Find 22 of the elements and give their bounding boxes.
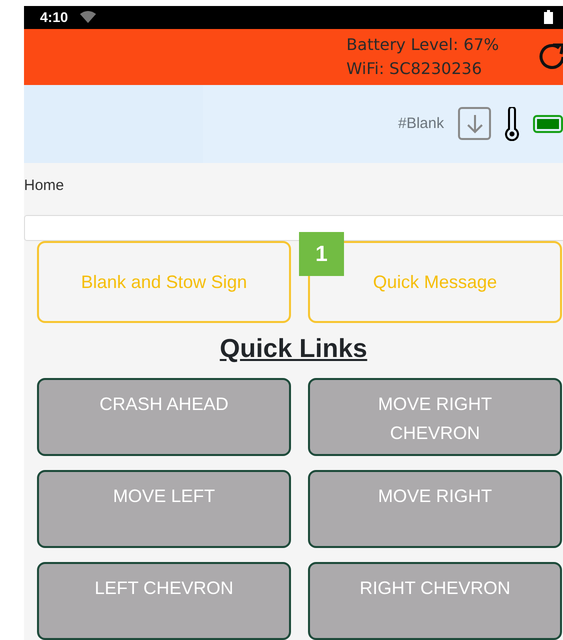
wifi-text: WiFi: SC8230236: [346, 58, 483, 80]
down-arrow-icon: [466, 114, 484, 134]
quick-link-button[interactable]: RIGHT CHEVRON: [308, 562, 562, 640]
battery-icon: [544, 10, 553, 24]
quick-link-button[interactable]: LEFT CHEVRON: [37, 562, 291, 640]
quick-link-button[interactable]: MOVE RIGHT: [308, 470, 562, 548]
refresh-icon[interactable]: [539, 42, 563, 72]
sign-label: #Blank: [398, 115, 444, 132]
action-button[interactable]: Blank and Stow Sign: [37, 241, 291, 323]
quick-link-button[interactable]: MOVE RIGHT CHEVRON: [308, 378, 562, 456]
status-time: 4:10: [40, 9, 68, 26]
thermometer-icon: [505, 106, 519, 141]
input-field[interactable]: [24, 215, 563, 241]
battery-icon: [533, 114, 563, 133]
battery-level-text: Battery Level: 67%: [346, 34, 499, 56]
quick-link-button[interactable]: MOVE LEFT: [37, 470, 291, 548]
download-button[interactable]: [458, 107, 491, 140]
quick-link-button[interactable]: CRASH AHEAD: [37, 378, 291, 456]
section-heading: Quick Links: [220, 333, 368, 364]
wifi-icon: [80, 11, 96, 24]
breadcrumb[interactable]: Home: [24, 163, 563, 201]
number-badge: 1: [299, 232, 344, 276]
